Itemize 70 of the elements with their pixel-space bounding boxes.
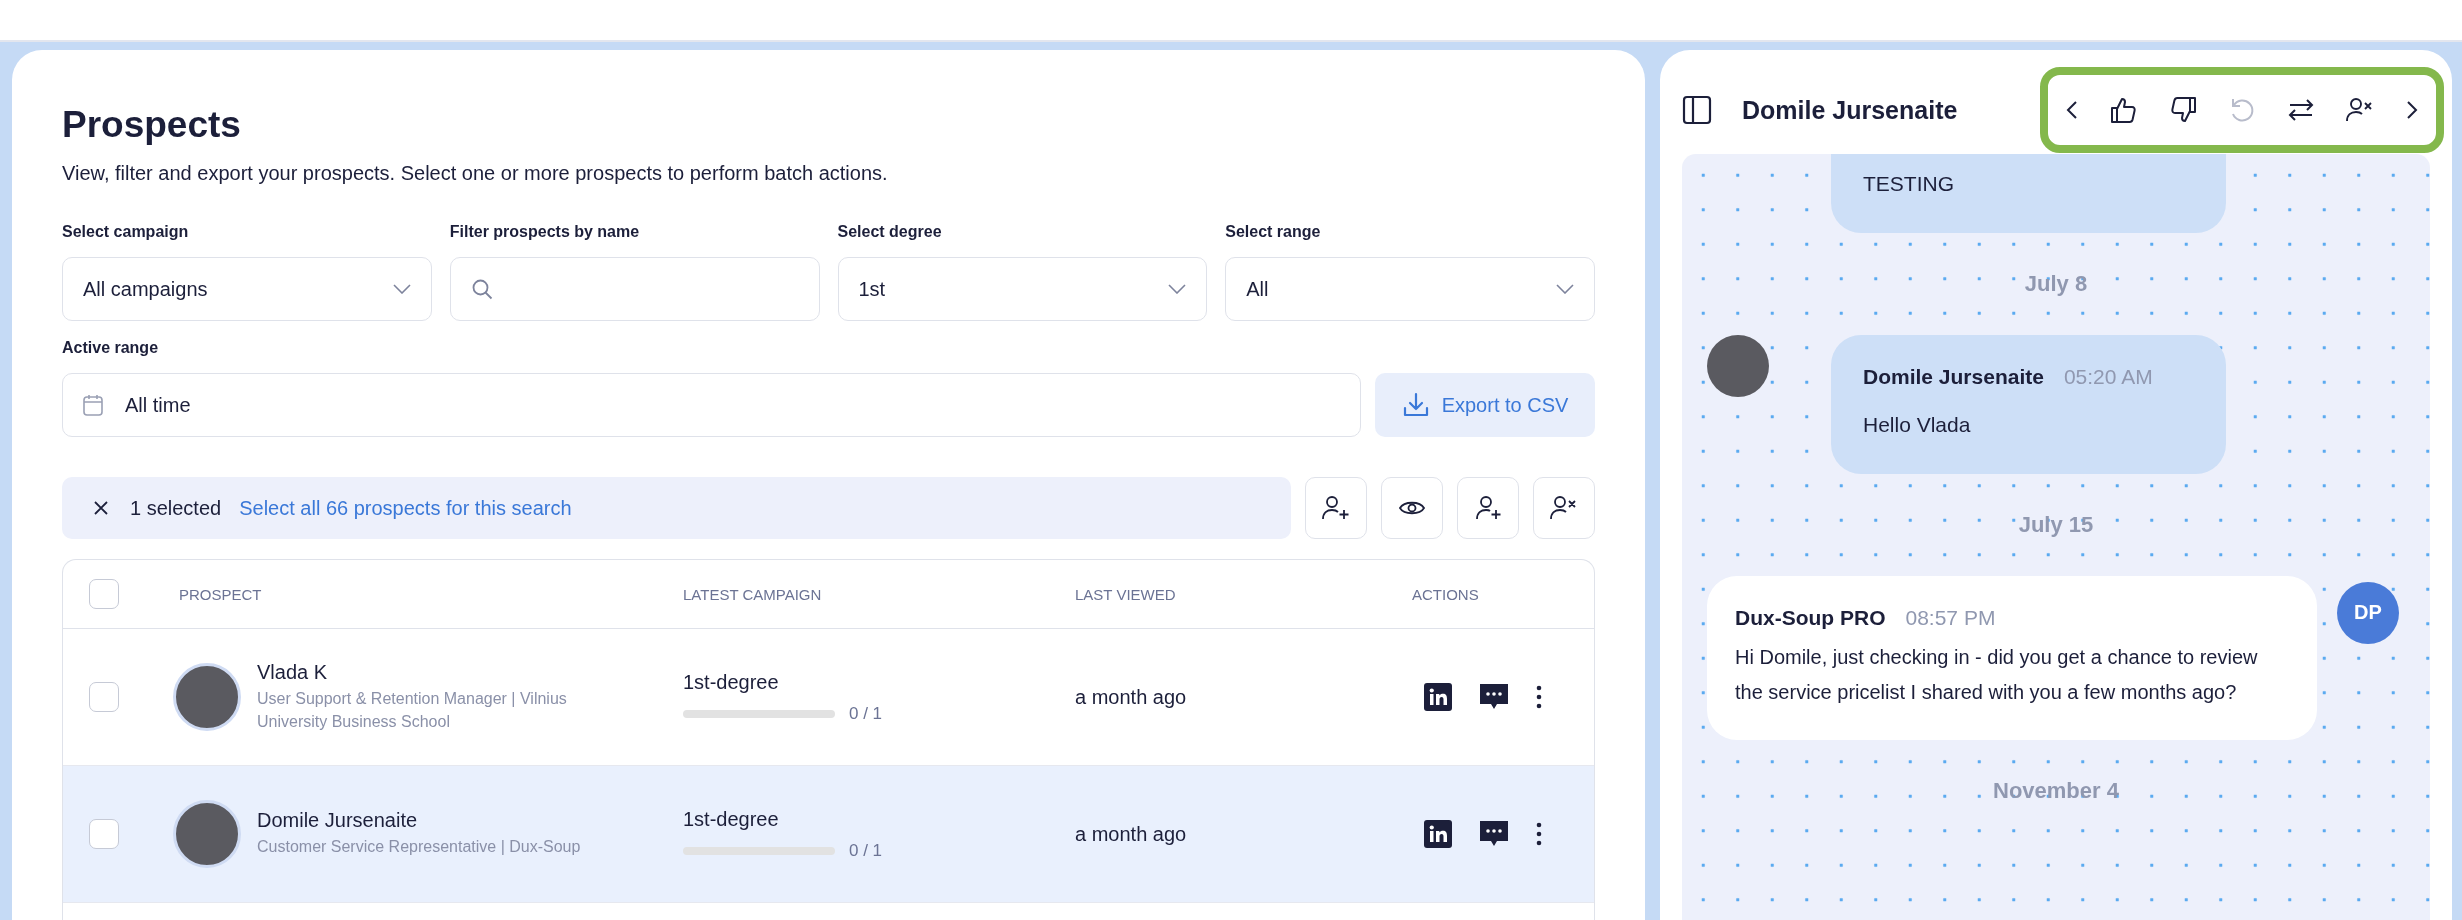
chevron-right-icon xyxy=(2405,100,2418,120)
download-icon xyxy=(1401,391,1430,419)
column-header: PROSPECT xyxy=(179,585,263,603)
row-checkbox[interactable] xyxy=(89,819,119,849)
table-row[interactable]: Domile Jursenaite Customer Service Representative | Dux-Soup 1st-degree 0 / 1 a month ago xyxy=(63,766,1594,903)
prospect-headline: Customer Service Representative | Dux-Soup xyxy=(257,837,582,858)
select-all-checkbox[interactable] xyxy=(89,579,119,609)
select-all-link[interactable]: Select all 66 prospects for this search xyxy=(239,496,572,520)
person-plus-icon xyxy=(1322,495,1350,521)
chevron-down-icon xyxy=(1168,284,1187,294)
sender-name: Domile Jursenaite xyxy=(1863,364,2044,389)
sender-name: Dux-Soup PRO xyxy=(1735,605,1886,630)
person-plus-icon xyxy=(1474,495,1502,521)
prospect-name: Vlada K xyxy=(257,661,329,685)
column-header: LAST VIEWED xyxy=(1075,585,1177,603)
date-separator: July 15 xyxy=(2018,511,2094,538)
sidebar-toggle-icon[interactable] xyxy=(1682,95,1712,125)
select-field[interactable]: All xyxy=(1225,257,1595,321)
more-icon[interactable] xyxy=(1536,822,1542,846)
connect-button[interactable] xyxy=(1457,477,1519,539)
column-header: LATEST CAMPAIGN xyxy=(683,585,823,603)
person-x-icon xyxy=(2346,97,2375,123)
thumbs-up-icon xyxy=(2109,96,2138,124)
last-viewed: a month ago xyxy=(1075,685,1188,709)
campaign-name: 1st-degree xyxy=(683,670,780,694)
linkedin-icon[interactable] xyxy=(1424,683,1452,711)
conversation-title: Domile Jursenaite xyxy=(1742,95,1959,125)
prospect-headline: User Support & Retention Manager | Vilnius University Business School xyxy=(257,689,568,732)
add-to-campaign-button[interactable] xyxy=(1305,477,1367,539)
field-label: Select campaign xyxy=(62,223,189,241)
export-button[interactable]: Export to CSV xyxy=(1375,373,1595,437)
linkedin-icon[interactable] xyxy=(1424,820,1452,848)
date-separator: July 8 xyxy=(2024,270,2088,297)
last-viewed: a month ago xyxy=(1075,822,1188,846)
page-title: Prospects xyxy=(62,104,242,146)
row-checkbox[interactable] xyxy=(89,682,119,712)
search-icon xyxy=(470,278,493,300)
date-separator: November 4 xyxy=(1993,777,2119,804)
person-x-icon xyxy=(1550,495,1578,521)
page-subtitle: View, filter and export your prospects. Select one or more prospects to perform batch actions. xyxy=(62,162,889,185)
progress-count: 0 / 1 xyxy=(849,840,883,861)
calendar-icon xyxy=(83,394,103,416)
thumbs-down-icon xyxy=(2169,96,2198,124)
message-text: TESTING xyxy=(1863,171,1955,197)
chevron-left-icon xyxy=(2066,100,2078,120)
message-time: 08:57 PM xyxy=(1905,605,1996,630)
prospect-name: Domile Jursenaite xyxy=(257,809,419,833)
view-button[interactable] xyxy=(1381,477,1443,539)
chevron-down-icon xyxy=(392,284,411,294)
field-label: Active range xyxy=(62,339,159,357)
message-text: Hi Domile, just checking in - did you get a chance to review the service pricelist I shared with you a few months ago? xyxy=(1735,644,2259,705)
date-range-field[interactable]: All time xyxy=(62,373,1361,437)
select-field[interactable]: 1st xyxy=(837,257,1208,321)
close-icon[interactable] xyxy=(94,501,108,515)
swap-arrows-icon xyxy=(2286,97,2315,123)
more-icon[interactable] xyxy=(1536,685,1542,709)
column-header: ACTIONS xyxy=(1412,585,1480,603)
progress-count: 0 / 1 xyxy=(849,703,883,724)
campaign-name: 1st-degree xyxy=(683,807,780,831)
select-field[interactable]: All campaigns xyxy=(62,257,432,321)
initials-avatar: DP xyxy=(2337,581,2399,644)
message-text: Hello Vlada xyxy=(1863,411,1972,438)
field-label: Filter prospects by name xyxy=(449,223,640,241)
message-time: 05:20 AM xyxy=(2063,364,2153,389)
chevron-down-icon xyxy=(1556,284,1574,294)
remove-button[interactable] xyxy=(1533,477,1595,539)
selected-count: 1 selected xyxy=(130,496,222,520)
field-label: Select degree xyxy=(837,223,942,241)
field-label: Select range xyxy=(1225,223,1321,241)
search-field[interactable] xyxy=(449,257,820,321)
